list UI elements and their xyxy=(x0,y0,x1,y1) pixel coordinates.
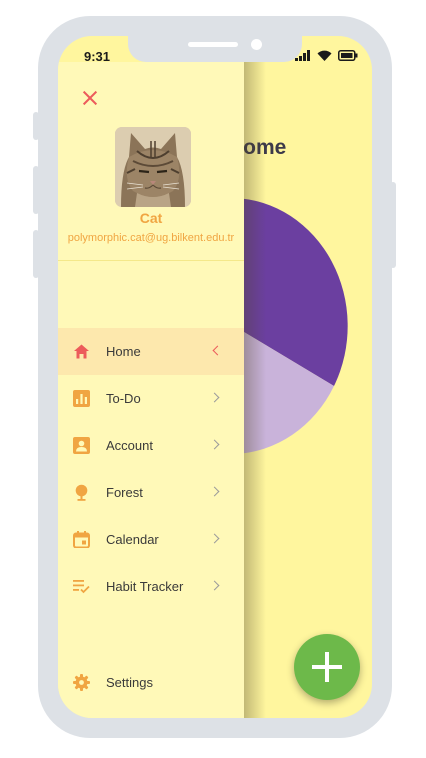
menu-item-settings[interactable]: Settings xyxy=(58,668,244,698)
gear-icon xyxy=(73,674,90,691)
account-icon xyxy=(73,437,90,454)
menu-item-to-do[interactable]: To-Do xyxy=(58,375,244,422)
chevron-right-icon xyxy=(209,439,220,450)
chevron-right-icon xyxy=(209,533,220,544)
menu-item-calendar[interactable]: Calendar xyxy=(58,516,244,563)
plus-icon xyxy=(312,652,342,682)
avatar xyxy=(115,127,191,207)
close-icon[interactable] xyxy=(80,88,100,108)
add-button[interactable] xyxy=(294,634,360,700)
menu-item-home[interactable]: Home xyxy=(58,328,244,375)
menu-item-label: Habit Tracker xyxy=(106,579,184,594)
menu-item-forest[interactable]: Forest xyxy=(58,469,244,516)
settings-label: Settings xyxy=(106,675,153,690)
user-email: polymorphic.cat@ug.bilkent.edu.tr xyxy=(67,232,235,244)
chevron-right-icon xyxy=(209,580,220,591)
phone-notch xyxy=(128,36,302,62)
signal-icon xyxy=(295,50,310,61)
navigation-drawer: Cat polymorphic.cat@ug.bilkent.edu.tr Ho… xyxy=(58,62,244,718)
menu-item-label: Home xyxy=(106,344,141,359)
drawer-shadow xyxy=(244,62,266,718)
chevron-left-icon xyxy=(212,345,223,356)
home-icon xyxy=(74,344,89,359)
phone-screen: Home 9:31 xyxy=(58,36,372,718)
tree-icon xyxy=(75,484,88,501)
chart-icon xyxy=(73,390,90,407)
checklist-icon xyxy=(73,580,90,594)
menu-item-account[interactable]: Account xyxy=(58,422,244,469)
user-name: Cat xyxy=(139,210,163,226)
menu-item-habit-tracker[interactable]: Habit Tracker xyxy=(58,563,244,610)
chevron-right-icon xyxy=(209,392,220,403)
menu-item-label: To-Do xyxy=(106,391,141,406)
menu-item-label: Calendar xyxy=(106,532,159,547)
front-camera xyxy=(251,39,262,50)
drawer-divider xyxy=(58,260,244,261)
cat-photo xyxy=(115,127,191,207)
menu-item-label: Forest xyxy=(106,485,143,500)
menu-item-label: Account xyxy=(106,438,153,453)
battery-icon xyxy=(338,50,358,61)
status-icons xyxy=(295,50,358,61)
wifi-icon xyxy=(317,50,332,61)
speaker-grille xyxy=(188,42,238,47)
chevron-right-icon xyxy=(209,486,220,497)
calendar-icon xyxy=(73,531,90,548)
drawer-menu: Home To-Do Account Forest Calendar Habit… xyxy=(58,328,244,610)
